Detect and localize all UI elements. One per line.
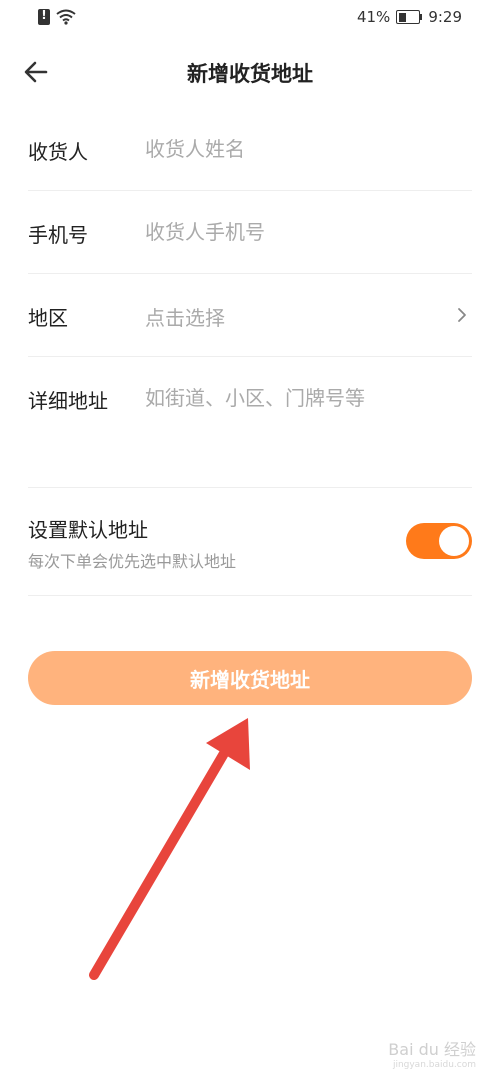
page-title: 新增收货地址	[187, 62, 313, 86]
status-right: 41% 9:29	[357, 8, 462, 26]
address-input[interactable]	[145, 381, 455, 461]
chevron-right-icon	[458, 308, 466, 322]
wifi-icon	[56, 9, 76, 25]
phone-label: 手机号	[28, 223, 88, 247]
phone-row: 手机号	[28, 191, 472, 274]
sim-alert-icon	[38, 8, 50, 25]
battery-percent: 41%	[356, 8, 391, 26]
page-header: 新增收货地址	[0, 48, 500, 96]
battery-icon	[396, 10, 423, 24]
name-label: 收货人	[28, 140, 88, 164]
address-row: 详细地址	[28, 357, 472, 488]
name-input[interactable]	[145, 132, 455, 166]
status-left	[38, 8, 76, 25]
default-address-title: 设置默认地址	[28, 518, 148, 542]
battery-level-fill	[399, 13, 407, 22]
toggle-knob	[439, 526, 469, 556]
watermark: Bai du 经验 jingyan.baidu.com	[388, 1036, 476, 1070]
region-row[interactable]: 地区 点击选择	[28, 274, 472, 357]
default-address-toggle[interactable]	[406, 523, 472, 559]
phone-input[interactable]	[145, 215, 455, 249]
default-address-subtitle: 每次下单会优先选中默认地址	[28, 552, 237, 571]
status-bar: 41% 9:29	[0, 0, 500, 38]
add-address-button[interactable]: 新增收货地址	[28, 651, 472, 705]
region-label: 地区	[28, 306, 68, 330]
status-time: 9:29	[428, 8, 462, 26]
watermark-sub: jingyan.baidu.com	[392, 1060, 476, 1070]
address-label: 详细地址	[28, 389, 108, 413]
watermark-text: Bai du 经验	[388, 1040, 476, 1059]
default-address-row: 设置默认地址 每次下单会优先选中默认地址	[28, 488, 472, 596]
region-select-placeholder[interactable]: 点击选择	[145, 302, 225, 331]
name-row: 收货人	[28, 108, 472, 191]
